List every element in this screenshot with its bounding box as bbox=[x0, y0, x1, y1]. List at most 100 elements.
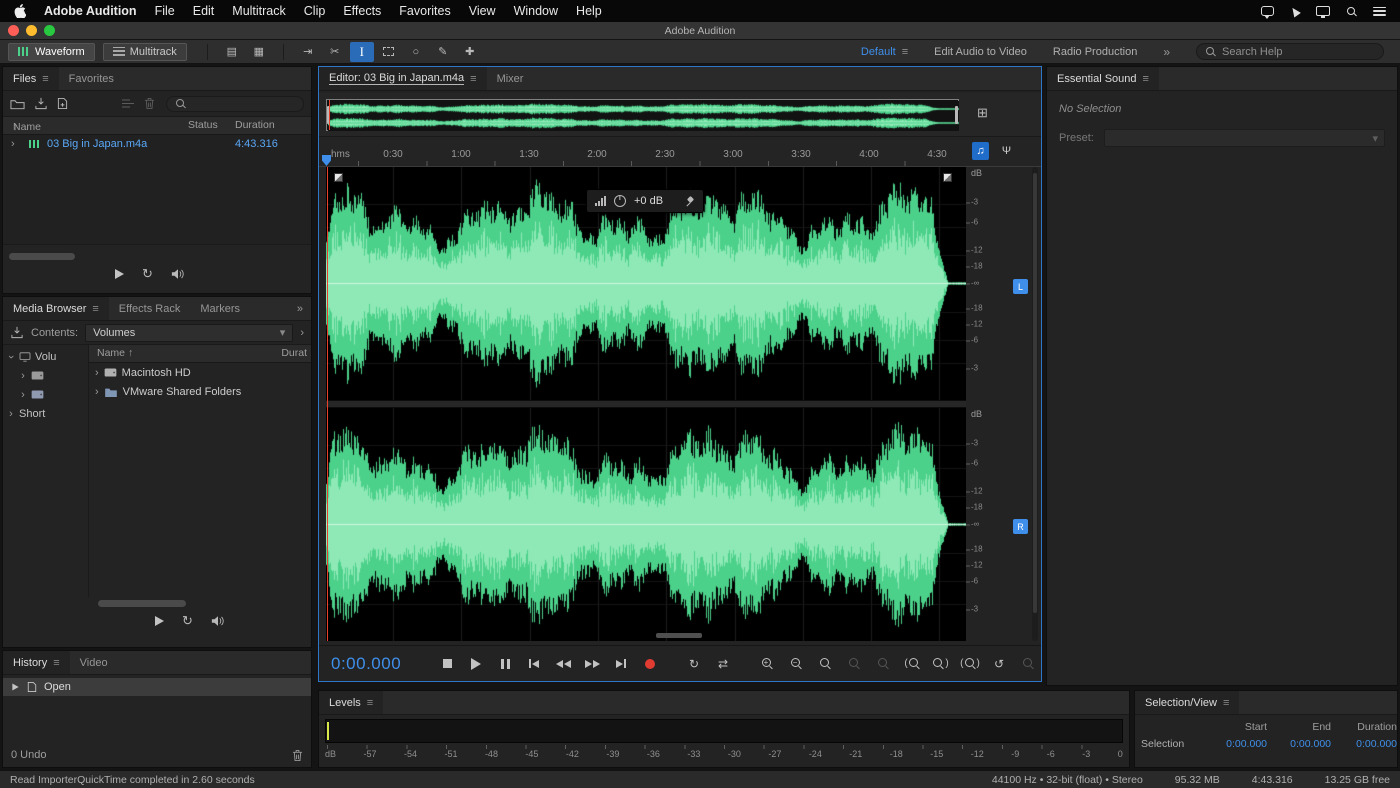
menu-edit[interactable]: Edit bbox=[193, 4, 215, 18]
overview-playhead[interactable] bbox=[329, 100, 330, 130]
tree-collapsed-icon[interactable]: › bbox=[95, 367, 99, 379]
workspace-radio-production[interactable]: Radio Production bbox=[1053, 46, 1137, 58]
selection-end-value[interactable]: 0:00.000 bbox=[1267, 738, 1331, 750]
menu-help[interactable]: Help bbox=[576, 4, 602, 18]
waveform-mode-button[interactable]: Waveform bbox=[8, 43, 95, 61]
minimize-window-button[interactable] bbox=[26, 25, 37, 36]
tree-item-shortcuts[interactable]: › Short bbox=[3, 404, 88, 423]
selection-duration-value[interactable]: 0:00.000 bbox=[1331, 738, 1397, 750]
zoom-to-selection-out-point-button[interactable]: ) bbox=[928, 654, 954, 674]
list-item-macintosh-hd[interactable]: › Macintosh HD bbox=[89, 363, 311, 382]
razor-tool-icon[interactable]: ✂ bbox=[323, 42, 347, 62]
paintbrush-selection-tool-icon[interactable]: ✎ bbox=[431, 42, 455, 62]
tree-collapsed-icon[interactable]: › bbox=[7, 408, 15, 420]
cursor-icon[interactable] bbox=[1289, 5, 1301, 17]
panel-menu-icon[interactable]: ≡ bbox=[470, 73, 476, 85]
zoom-window-button[interactable] bbox=[44, 25, 55, 36]
clear-history-trash-icon[interactable] bbox=[292, 749, 303, 762]
files-autoplay-speaker-icon[interactable] bbox=[171, 268, 185, 280]
column-duration[interactable]: Durat bbox=[281, 347, 307, 359]
tab-editor[interactable]: Editor: 03 Big in Japan.m4a ≡ bbox=[319, 67, 487, 90]
skip-to-end-button[interactable] bbox=[608, 654, 634, 674]
preset-dropdown[interactable]: ▾ bbox=[1104, 129, 1385, 147]
fade-out-handle[interactable] bbox=[943, 173, 952, 182]
panel-menu-icon[interactable]: ≡ bbox=[42, 73, 48, 85]
channel-right-badge[interactable]: R bbox=[1013, 519, 1028, 534]
delete-file-icon[interactable] bbox=[144, 97, 155, 110]
tree-expanded-icon[interactable]: › bbox=[5, 353, 17, 361]
open-file-icon[interactable] bbox=[10, 98, 25, 110]
panel-menu-icon[interactable]: ≡ bbox=[1223, 697, 1229, 709]
zoom-options-icon[interactable]: ⊞ bbox=[977, 106, 988, 119]
insert-into-multitrack-icon[interactable] bbox=[121, 98, 135, 109]
marquee-selection-tool-icon[interactable] bbox=[377, 42, 401, 62]
display-toggle-icon[interactable]: ♫ bbox=[972, 142, 989, 160]
panel-menu-icon[interactable]: ≡ bbox=[92, 303, 98, 315]
tab-history[interactable]: History ≡ bbox=[3, 651, 70, 674]
skip-selection-button[interactable]: ⇄ bbox=[710, 654, 736, 674]
panel-menu-icon[interactable]: ≡ bbox=[1143, 73, 1149, 85]
tab-mixer[interactable]: Mixer bbox=[487, 67, 534, 90]
menu-window[interactable]: Window bbox=[514, 4, 558, 18]
window-titlebar[interactable]: Adobe Audition bbox=[0, 22, 1400, 40]
menu-view[interactable]: View bbox=[469, 4, 496, 18]
workspace-overflow-icon[interactable]: » bbox=[1163, 45, 1170, 59]
skip-to-start-button[interactable] bbox=[521, 654, 547, 674]
tree-item-drive-2[interactable]: › bbox=[3, 385, 88, 404]
zoom-out-button[interactable]: − bbox=[783, 654, 809, 674]
list-item-vmware-shared-folders[interactable]: › VMware Shared Folders bbox=[89, 382, 311, 401]
stop-button[interactable] bbox=[434, 654, 460, 674]
level-meter[interactable] bbox=[325, 719, 1123, 743]
zoom-out-time-button[interactable] bbox=[841, 654, 867, 674]
zoom-in-button[interactable]: + bbox=[754, 654, 780, 674]
tree-collapsed-icon[interactable]: › bbox=[95, 386, 99, 398]
menu-multitrack[interactable]: Multitrack bbox=[232, 4, 285, 18]
tab-markers[interactable]: Markers bbox=[190, 297, 250, 320]
timeline-ruler[interactable]: hms 0:30 1:00 1:30 2:00 2:30 3:00 3:30 4… bbox=[319, 137, 1041, 167]
history-item-open[interactable]: Open bbox=[3, 678, 311, 696]
playhead-caret[interactable] bbox=[322, 155, 331, 166]
range-handle-right[interactable] bbox=[955, 106, 958, 124]
tabs-overflow-icon[interactable]: » bbox=[289, 297, 311, 320]
play-button[interactable] bbox=[463, 654, 489, 674]
close-window-button[interactable] bbox=[8, 25, 19, 36]
spot-healing-brush-tool-icon[interactable]: ✚ bbox=[458, 42, 482, 62]
contents-dropdown[interactable]: Volumes ▾ bbox=[85, 324, 293, 342]
tab-media-browser[interactable]: Media Browser ≡ bbox=[3, 297, 109, 320]
channel-left-badge[interactable]: L bbox=[1013, 279, 1028, 294]
menu-clip[interactable]: Clip bbox=[304, 4, 326, 18]
overview-navigator[interactable] bbox=[326, 99, 959, 131]
volume-knob-icon[interactable] bbox=[614, 195, 626, 207]
waveform-display[interactable]: +0 dB bbox=[326, 167, 966, 641]
record-button[interactable] bbox=[637, 654, 663, 674]
playhead-line[interactable] bbox=[327, 167, 328, 641]
volume-hud[interactable]: +0 dB bbox=[586, 189, 704, 213]
new-file-icon[interactable] bbox=[57, 97, 68, 110]
multitrack-mode-button[interactable]: Multitrack bbox=[103, 43, 187, 61]
fast-forward-button[interactable] bbox=[579, 654, 605, 674]
tree-collapsed-icon[interactable]: › bbox=[19, 370, 27, 382]
zoom-in-amplitude-button[interactable] bbox=[870, 654, 896, 674]
panel-menu-icon[interactable]: ≡ bbox=[367, 697, 373, 709]
column-name[interactable]: Name ↑ bbox=[97, 347, 133, 359]
time-selection-tool-icon[interactable]: I bbox=[350, 42, 374, 62]
tab-effects-rack[interactable]: Effects Rack bbox=[109, 297, 191, 320]
menu-favorites[interactable]: Favorites bbox=[399, 4, 450, 18]
loop-playback-button[interactable]: ↻ bbox=[681, 654, 707, 674]
files-loop-icon[interactable]: ↻ bbox=[142, 267, 153, 280]
zoom-to-selection-button[interactable]: () bbox=[957, 654, 983, 674]
tree-item-drive-1[interactable]: › bbox=[3, 366, 88, 385]
selection-start-value[interactable]: 0:00.000 bbox=[1199, 738, 1267, 750]
zoom-full-button[interactable] bbox=[1015, 654, 1041, 674]
channel-divider[interactable] bbox=[326, 400, 966, 408]
fade-in-handle[interactable] bbox=[334, 173, 343, 182]
tab-selection-view[interactable]: Selection/View ≡ bbox=[1135, 691, 1239, 714]
column-duration[interactable]: Duration bbox=[235, 119, 275, 131]
time-display[interactable]: 0:00.000 bbox=[331, 654, 434, 674]
media-autoplay-speaker-icon[interactable] bbox=[211, 615, 225, 627]
panel-menu-icon[interactable]: ≡ bbox=[53, 657, 59, 669]
vertical-scrollbar[interactable] bbox=[1032, 167, 1038, 641]
media-loop-icon[interactable]: ↻ bbox=[182, 614, 193, 627]
notification-icon[interactable] bbox=[1261, 6, 1274, 16]
overview-waveform-canvas[interactable] bbox=[328, 101, 959, 131]
